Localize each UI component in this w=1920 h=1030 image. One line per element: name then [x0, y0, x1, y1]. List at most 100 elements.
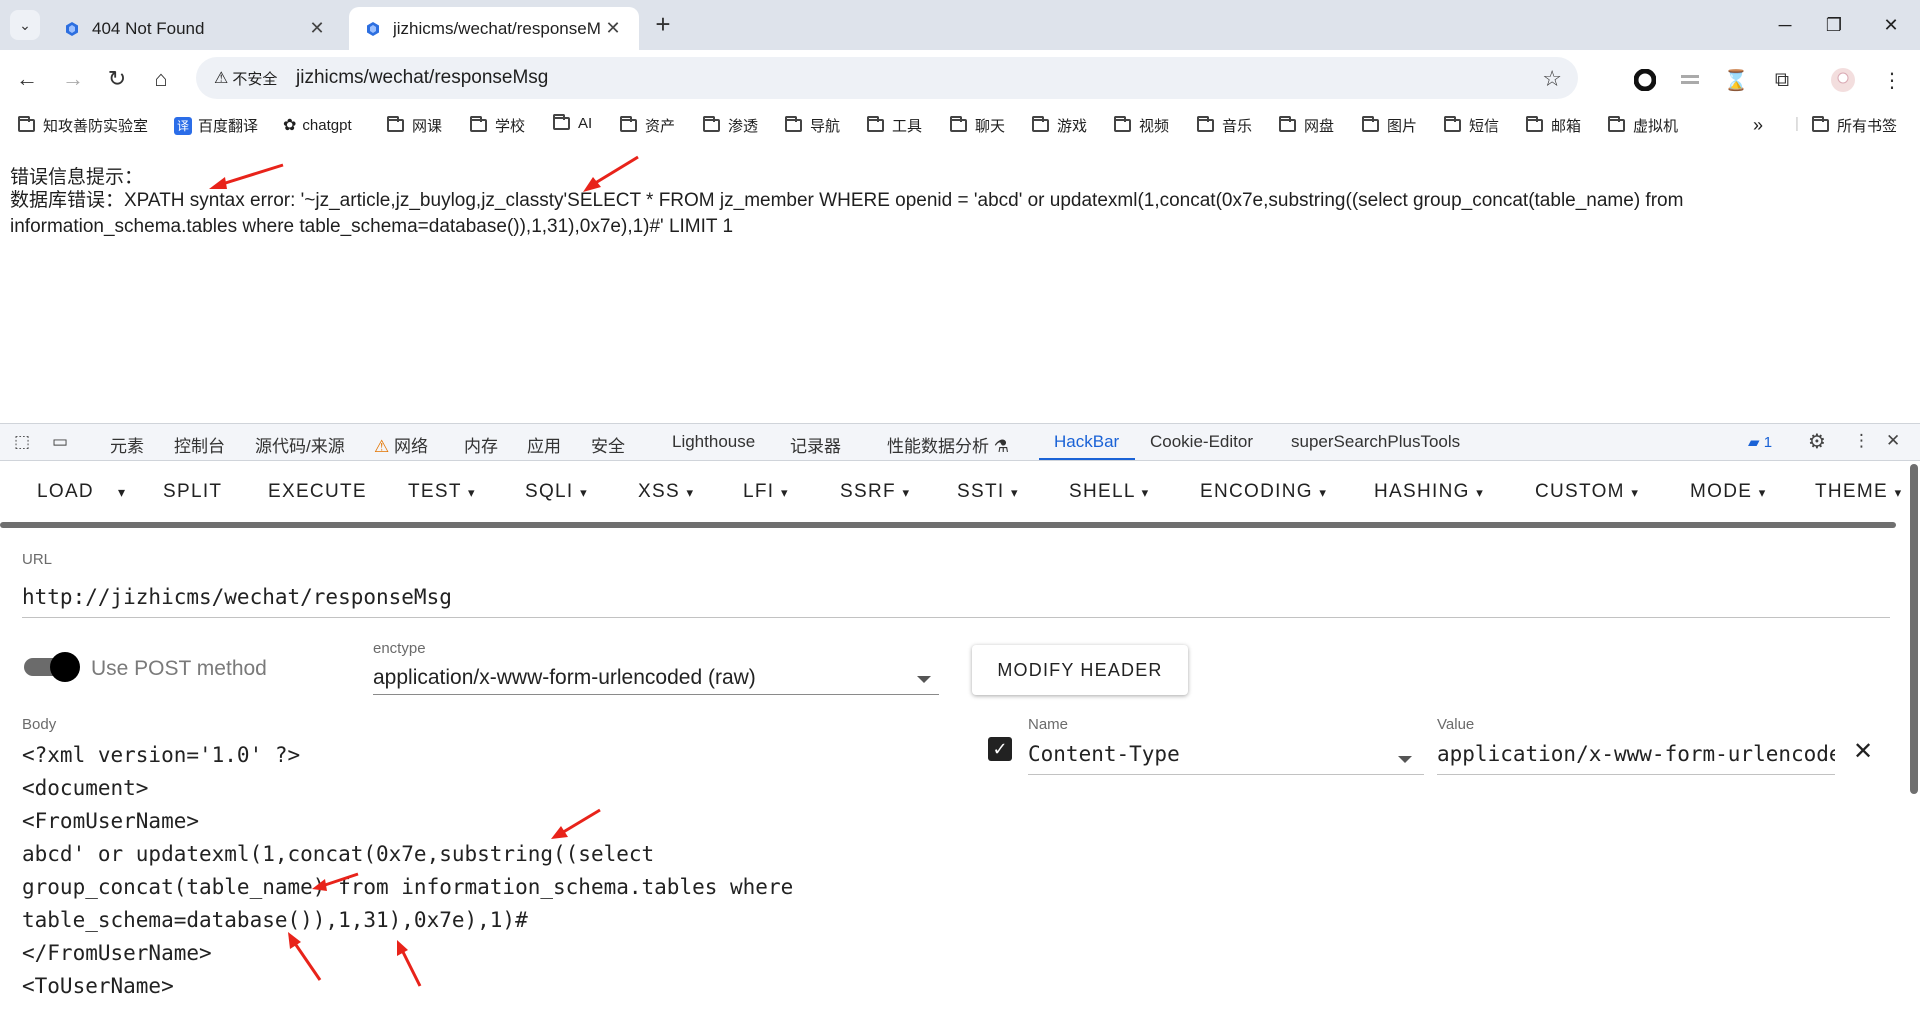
tab-responsemsg[interactable]: jizhicms/wechat/responseMsg ✕: [349, 7, 639, 50]
bookmark-item[interactable]: 邮箱: [1526, 115, 1581, 136]
tab-search-button[interactable]: ⌄: [10, 10, 40, 40]
forward-button[interactable]: →: [58, 64, 88, 94]
bookmark-item[interactable]: AI: [553, 114, 592, 132]
hackbar-load[interactable]: LOAD: [37, 481, 94, 503]
vertical-scrollbar[interactable]: [1910, 464, 1918, 794]
extension-hourglass-icon[interactable]: ⌛: [1723, 67, 1749, 93]
bookmark-item[interactable]: 学校: [470, 115, 525, 136]
bookmark-item[interactable]: 图片: [1362, 115, 1417, 136]
chatgpt-icon: ✿: [283, 117, 297, 134]
window-close-button[interactable]: ✕: [1862, 0, 1920, 50]
devtools-tab-lighthouse[interactable]: Lighthouse: [672, 432, 755, 452]
hackbar-xss[interactable]: XSS ▾: [638, 481, 694, 503]
header-enabled-checkbox[interactable]: ✓: [988, 737, 1012, 761]
address-bar[interactable]: ⚠ 不安全 jizhicms/wechat/responseMsg ☆: [196, 57, 1578, 99]
extension-bars-icon[interactable]: [1677, 67, 1703, 93]
devtools-tab-application[interactable]: 应用: [527, 432, 561, 457]
bookmark-item[interactable]: 导航: [785, 115, 840, 136]
close-icon[interactable]: ✕: [1886, 431, 1900, 451]
hackbar-custom[interactable]: CUSTOM ▾: [1535, 481, 1639, 503]
hackbar-load-dropdown[interactable]: ▾: [118, 484, 126, 501]
devtools-tab-cookie-editor[interactable]: Cookie-Editor: [1150, 432, 1253, 452]
bookmark-item[interactable]: 短信: [1444, 115, 1499, 136]
settings-gear-icon[interactable]: ⚙: [1808, 429, 1826, 454]
bookmark-star-icon[interactable]: ☆: [1542, 66, 1562, 92]
remove-header-icon[interactable]: ✕: [1853, 737, 1873, 766]
devtools-tab-sources[interactable]: 源代码/来源: [255, 432, 345, 457]
new-tab-button[interactable]: +: [650, 11, 676, 38]
home-button[interactable]: ⌂: [146, 64, 176, 94]
post-method-toggle[interactable]: [24, 652, 80, 682]
baidu-translate-icon: 译: [174, 116, 192, 135]
close-icon[interactable]: ✕: [305, 17, 329, 41]
site-info-chip[interactable]: ⚠ 不安全: [206, 64, 285, 92]
back-button[interactable]: ←: [12, 64, 42, 94]
devtools-tab-memory[interactable]: 内存: [464, 432, 498, 457]
hackbar-url-input[interactable]: http://jizhicms/wechat/responseMsg: [22, 579, 1890, 618]
body-line: table_schema=database()),1,31),0x7e),1)#: [22, 908, 528, 932]
devtools-tab-elements[interactable]: 元素: [110, 432, 144, 457]
bookmark-item[interactable]: 资产: [620, 115, 675, 136]
profile-avatar[interactable]: [1830, 67, 1856, 93]
bookmarks-overflow-button[interactable]: »: [1753, 115, 1763, 136]
browser-toolbar: ← → ↻ ⌂ ⚠ 不安全 jizhicms/wechat/responseMs…: [0, 50, 1920, 107]
inspect-element-icon[interactable]: ⬚: [12, 432, 32, 452]
issues-badge[interactable]: ▰ 1: [1748, 433, 1772, 451]
bookmark-item[interactable]: 渗透: [703, 115, 758, 136]
error-message: 数据库错误：XPATH syntax error: '~jz_article,j…: [10, 190, 1684, 237]
bookmark-item[interactable]: 网课: [387, 115, 442, 136]
devtools-tab-security[interactable]: 安全: [591, 432, 625, 457]
hackbar-encoding[interactable]: ENCODING ▾: [1200, 481, 1327, 503]
bookmark-item[interactable]: 虚拟机: [1608, 115, 1678, 136]
device-toolbar-icon[interactable]: ▭: [50, 432, 70, 452]
devtools-tab-network[interactable]: ⚠ 网络: [374, 432, 428, 457]
url-text[interactable]: jizhicms/wechat/responseMsg: [296, 67, 548, 89]
hackbar-shell[interactable]: SHELL ▾: [1069, 481, 1149, 503]
all-bookmarks-button[interactable]: 所有书签: [1812, 115, 1897, 136]
modify-header-button[interactable]: MODIFY HEADER: [972, 645, 1188, 695]
bookmark-label: 视频: [1139, 118, 1170, 135]
kebab-menu-icon[interactable]: ⋮: [1879, 67, 1905, 93]
devtools-tab-bar: ⬚ ▭ 元素 控制台 源代码/来源 ⚠ 网络 内存 应用 安全 Lighthou…: [0, 424, 1920, 461]
hackbar-execute[interactable]: EXECUTE: [268, 481, 367, 503]
bookmark-item[interactable]: 音乐: [1197, 115, 1252, 136]
restore-button[interactable]: ❐: [1805, 0, 1863, 50]
bookmark-item[interactable]: ✿ chatgpt: [283, 115, 352, 135]
horizontal-scrollbar[interactable]: [0, 522, 1896, 528]
hackbar-test[interactable]: TEST ▾: [408, 481, 476, 503]
header-value-input[interactable]: application/x-www-form-urlencoded: [1437, 738, 1835, 775]
bookmark-item[interactable]: 译百度翻译: [174, 115, 258, 136]
bookmark-item[interactable]: 聊天: [950, 115, 1005, 136]
bookmark-item[interactable]: 游戏: [1032, 115, 1087, 136]
extensions-puzzle-icon[interactable]: ⧉: [1769, 67, 1795, 93]
devtools-tab-console[interactable]: 控制台: [174, 432, 225, 457]
enctype-select[interactable]: application/x-www-form-urlencoded (raw): [373, 660, 939, 695]
reload-button[interactable]: ↻: [102, 64, 132, 94]
hackbar-sqli[interactable]: SQLI ▾: [525, 481, 588, 503]
bookmark-item[interactable]: 工具: [867, 115, 922, 136]
warning-icon: ⚠: [374, 437, 390, 456]
bookmark-item[interactable]: 知攻善防实验室: [18, 115, 148, 136]
check-icon: ✓: [992, 738, 1008, 759]
bookmark-label: 学校: [495, 118, 526, 135]
hackbar-ssrf[interactable]: SSRF ▾: [840, 481, 910, 503]
header-name-select[interactable]: Content-Type: [1028, 738, 1424, 775]
hackbar-menu-label: SSRF: [840, 481, 896, 502]
hackbar-mode[interactable]: MODE ▾: [1690, 481, 1767, 503]
bookmark-item[interactable]: 网盘: [1279, 115, 1334, 136]
hackbar-lfi[interactable]: LFI ▾: [743, 481, 789, 503]
devtools-tab-hackbar[interactable]: HackBar: [1054, 432, 1119, 452]
hackbar-hashing[interactable]: HASHING ▾: [1374, 481, 1484, 503]
devtools-tab-recorder[interactable]: 记录器: [790, 432, 841, 457]
close-icon[interactable]: ✕: [601, 17, 625, 41]
devtools-tab-supersearch[interactable]: superSearchPlusTools: [1291, 432, 1460, 452]
extension-circle-icon[interactable]: [1632, 67, 1658, 93]
hackbar-theme[interactable]: THEME ▾: [1815, 481, 1902, 503]
hackbar-split[interactable]: SPLIT: [163, 481, 222, 503]
bookmark-item[interactable]: 视频: [1114, 115, 1169, 136]
bookmark-label: 邮箱: [1551, 118, 1582, 135]
hackbar-ssti[interactable]: SSTI ▾: [957, 481, 1019, 503]
tab-404[interactable]: 404 Not Found ✕: [48, 7, 343, 50]
kebab-menu-icon[interactable]: ⋮: [1853, 431, 1870, 451]
devtools-tab-performance-insights[interactable]: 性能数据分析 ⚗: [887, 432, 1009, 457]
